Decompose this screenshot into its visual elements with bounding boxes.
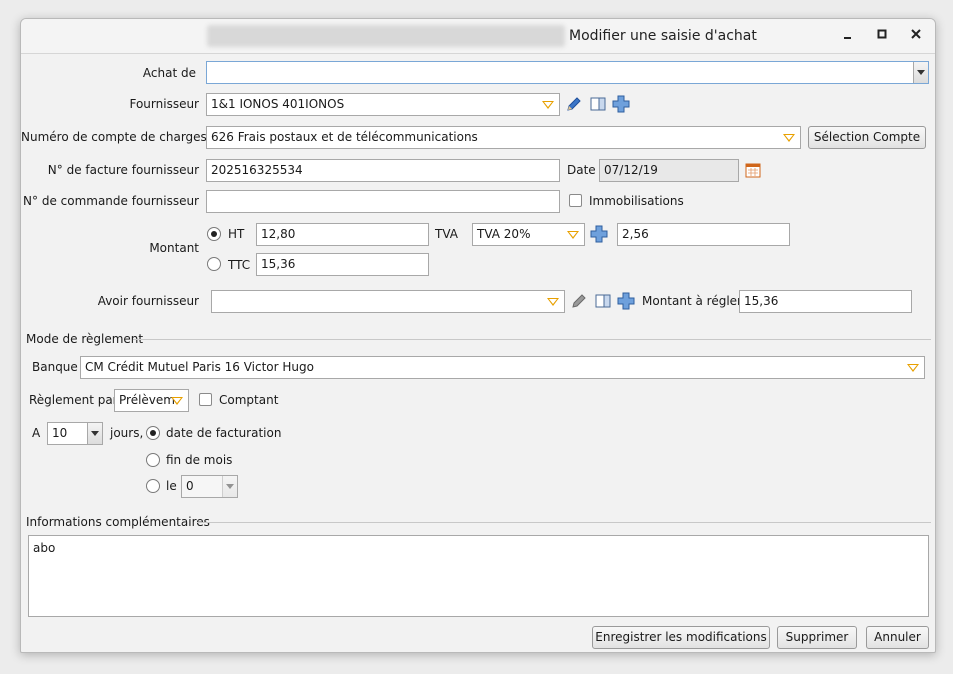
banque-label: Banque — [32, 360, 78, 374]
title-bar: Modifier une saisie d'achat — [21, 19, 935, 54]
comptant-checkbox[interactable] — [199, 393, 212, 406]
pencil-icon[interactable] — [570, 292, 588, 310]
comptant-label: Comptant — [219, 393, 279, 407]
jours-value: 10 — [52, 426, 68, 440]
le-day-combo[interactable]: 0 — [181, 475, 238, 498]
immobilisations-checkbox[interactable] — [569, 194, 582, 207]
close-icon — [911, 29, 921, 39]
infos-textarea[interactable]: abo — [28, 535, 929, 617]
le-radio[interactable] — [146, 479, 160, 493]
chevron-down-icon[interactable] — [913, 62, 928, 83]
montant-regler-label: Montant à régler — [642, 294, 742, 308]
close-button[interactable] — [907, 27, 925, 45]
le-day-value: 0 — [186, 479, 194, 493]
detail-card-icon[interactable] — [589, 95, 607, 113]
blurred-app-name — [207, 25, 565, 47]
banque-combo[interactable]: CM Crédit Mutuel Paris 16 Victor Hugo — [80, 356, 925, 379]
ht-input[interactable]: 12,80 — [256, 223, 429, 246]
reglement-par-value: Prélèvem — [119, 393, 175, 407]
ttc-radio[interactable] — [207, 257, 221, 271]
reglement-par-label: Règlement par — [29, 393, 118, 407]
detail-card-icon[interactable] — [594, 292, 612, 310]
add-plus-icon[interactable] — [612, 95, 630, 113]
dropdown-arrow-icon — [542, 101, 554, 109]
section-divider — [197, 522, 931, 523]
montant-regler-input[interactable]: 15,36 — [739, 290, 912, 313]
dropdown-arrow-icon — [907, 364, 919, 372]
maximize-icon — [877, 29, 887, 39]
date-facturation-radio[interactable] — [146, 426, 160, 440]
dropdown-arrow-icon — [783, 134, 795, 142]
dropdown-arrow-icon — [567, 231, 579, 239]
pencil-icon[interactable] — [565, 95, 583, 113]
window-title: Modifier une saisie d'achat — [569, 28, 757, 44]
calendar-icon[interactable] — [744, 161, 762, 179]
ttc-label: TTC — [228, 258, 251, 272]
achat-de-label: Achat de — [142, 66, 196, 80]
a-label: A — [32, 426, 41, 440]
ttc-input[interactable]: 15,36 — [256, 253, 429, 276]
dropdown-arrow-icon — [171, 397, 183, 405]
mode-reglement-section-label: Mode de règlement — [26, 332, 144, 346]
commande-input[interactable] — [206, 190, 560, 213]
date-label: Date — [567, 163, 596, 177]
dialog-window: Modifier une saisie d'achat Achat de Fou… — [20, 18, 936, 653]
ht-label: HT — [228, 227, 245, 241]
reglement-par-combo[interactable]: Prélèvem — [114, 389, 189, 412]
montant-label: Montant — [149, 241, 199, 255]
chevron-down-icon — [222, 476, 237, 497]
fournisseur-value: 1&1 IONOS 401IONOS — [211, 97, 345, 111]
jours-label: jours, — [110, 426, 144, 440]
minimize-button[interactable] — [839, 27, 857, 45]
maximize-button[interactable] — [873, 27, 891, 45]
date-facturation-label: date de facturation — [166, 426, 282, 440]
add-plus-icon[interactable] — [617, 292, 635, 310]
dropdown-arrow-icon — [547, 298, 559, 306]
tva-value: TVA 20% — [477, 227, 531, 241]
facture-input[interactable]: 202516325534 — [206, 159, 560, 182]
le-label: le — [166, 479, 177, 493]
infos-section-label: Informations complémentaires — [26, 515, 210, 529]
commande-label: N° de commande fournisseur — [23, 194, 199, 208]
tva-amount-input[interactable]: 2,56 — [617, 223, 790, 246]
tva-combo[interactable]: TVA 20% — [472, 223, 585, 246]
section-divider — [133, 339, 931, 340]
ht-radio[interactable] — [207, 227, 221, 241]
compte-value: 626 Frais postaux et de télécommunicatio… — [211, 130, 478, 144]
avoir-label: Avoir fournisseur — [97, 294, 199, 308]
selection-compte-button[interactable]: Sélection Compte — [808, 126, 926, 149]
achat-de-combo[interactable] — [206, 61, 929, 84]
chevron-down-icon[interactable] — [87, 423, 102, 444]
fin-de-mois-radio[interactable] — [146, 453, 160, 467]
cancel-button[interactable]: Annuler — [866, 626, 929, 649]
fournisseur-label: Fournisseur — [129, 97, 199, 111]
add-plus-icon[interactable] — [590, 225, 608, 243]
date-input[interactable]: 07/12/19 — [599, 159, 739, 182]
banque-value: CM Crédit Mutuel Paris 16 Victor Hugo — [85, 360, 314, 374]
tva-label: TVA — [435, 227, 458, 241]
fournisseur-combo[interactable]: 1&1 IONOS 401IONOS — [206, 93, 560, 116]
fin-de-mois-label: fin de mois — [166, 453, 233, 467]
jours-combo[interactable]: 10 — [47, 422, 103, 445]
compte-label: Numéro de compte de charges — [21, 130, 207, 144]
immobilisations-label: Immobilisations — [589, 194, 684, 208]
compte-combo[interactable]: 626 Frais postaux et de télécommunicatio… — [206, 126, 801, 149]
minimize-icon — [844, 37, 851, 39]
avoir-combo[interactable] — [211, 290, 565, 313]
save-button[interactable]: Enregistrer les modifications — [592, 626, 770, 649]
facture-label: N° de facture fournisseur — [47, 163, 199, 177]
delete-button[interactable]: Supprimer — [777, 626, 857, 649]
